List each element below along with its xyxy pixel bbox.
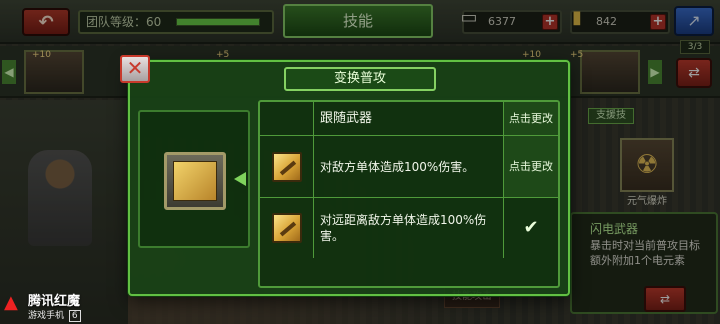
option-selected-cell: ✔: [504, 198, 558, 258]
option-description: 跟随武器: [314, 102, 504, 135]
option-change-button[interactable]: 点击更改: [504, 102, 558, 135]
ranged-attack-icon: [271, 213, 302, 243]
option-icon-cell: [260, 136, 314, 197]
option-change-button[interactable]: 点击更改: [504, 136, 558, 197]
option-icon-cell: [260, 102, 314, 135]
brand-logo-icon: ▲: [4, 292, 18, 313]
modal-title: 变换普攻: [284, 67, 436, 91]
brand-name: 腾讯红魔: [28, 294, 81, 309]
close-button[interactable]: ✕: [120, 55, 150, 83]
option-description: 对敌方单体造成100%伤害。: [314, 136, 504, 197]
option-description: 对远距离敌方单体造成100%伤害。: [314, 198, 504, 258]
attack-option-row: 跟随武器 点击更改: [260, 102, 558, 136]
attack-options-table: 跟随武器 点击更改 对敌方单体造成100%伤害。 点击更改 对远距离敌方单体造成…: [258, 100, 560, 288]
change-attack-modal: 变换普攻 跟随武器 点击更改 对敌方单体造成100%伤害。 点击更改 对远距离敌…: [128, 60, 570, 296]
attack-option-row: 对敌方单体造成100%伤害。 点击更改: [260, 136, 558, 198]
brand-sub-text: 游戏手机: [28, 311, 65, 321]
brand-sub-num: 6: [68, 310, 81, 322]
pointer-arrow-icon: [234, 172, 246, 186]
current-attack-icon-frame: [164, 152, 226, 210]
wrench-attack-icon: [173, 161, 217, 201]
close-icon: ✕: [126, 56, 144, 80]
checkmark-icon: ✔: [523, 217, 539, 238]
wrench-attack-icon: [271, 151, 302, 182]
attack-option-row: 对远距离敌方单体造成100%伤害。 ✔: [260, 198, 558, 258]
option-icon-cell: [260, 198, 314, 258]
brand-sub: 游戏手机 6: [28, 308, 81, 322]
